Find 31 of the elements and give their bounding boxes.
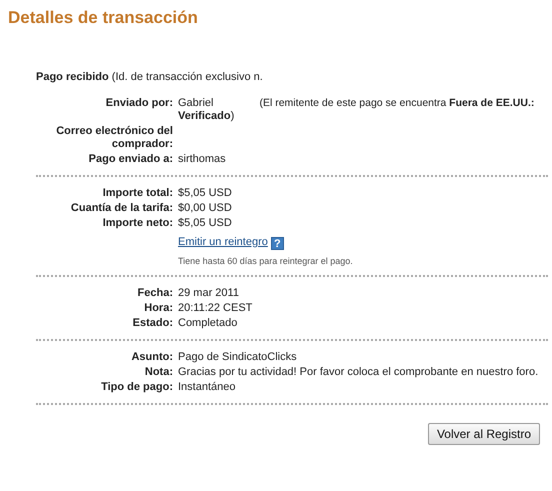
field-label: Importe total: xyxy=(102,187,173,200)
field-value: 29 mar 2011 xyxy=(178,287,239,300)
field-label: Fecha: xyxy=(138,287,173,300)
field-value: Gracias por tu actividad! Por favor coloca el comprobante en nuestro foro. xyxy=(178,366,538,379)
field-label: Enviado por: xyxy=(106,97,173,111)
refund-hint: Tiene hasta 60 días para reintegrar el pago. xyxy=(178,256,353,266)
intro-text: Pago recibido (Id. de transacción exclusivo n. xyxy=(36,71,263,83)
field-label: Importe neto: xyxy=(102,217,173,230)
sender-name: Gabriel xyxy=(178,97,214,110)
page-title: Detalles de transacción xyxy=(8,8,198,28)
field-label: Hora: xyxy=(144,302,173,315)
field-value: Pago de SindicatoClicks xyxy=(178,351,297,364)
back-button[interactable]: Volver al Registro xyxy=(428,423,540,445)
field-value: Completado xyxy=(178,317,238,330)
field-value: $0,00 USD xyxy=(178,202,232,215)
field-label: Nota: xyxy=(144,366,173,379)
field-label: Asunto: xyxy=(131,351,173,364)
help-icon[interactable]: ? xyxy=(270,237,284,250)
field-label: Cuantía de la tarifa: xyxy=(70,202,173,215)
field-label: Tipo de pago: xyxy=(101,381,173,394)
field-value: $5,05 USD xyxy=(178,217,232,230)
refund-link[interactable]: Emitir un reintegro xyxy=(178,236,268,248)
sender-status: Verificado) xyxy=(178,110,234,122)
field-value: 20:11:22 CEST xyxy=(178,302,252,315)
field-label: Pago enviado a: xyxy=(88,153,173,166)
field-label: Correo electrónico del comprador: xyxy=(55,125,173,151)
field-value: $5,05 USD xyxy=(178,187,232,200)
field-value: sirthomas xyxy=(178,153,226,166)
sender-note: (El remitente de este pago se encuentra Fuera de EE.UU.: xyxy=(259,97,534,110)
field-value: Instantáneo xyxy=(178,381,236,394)
field-label: Estado: xyxy=(132,317,173,330)
